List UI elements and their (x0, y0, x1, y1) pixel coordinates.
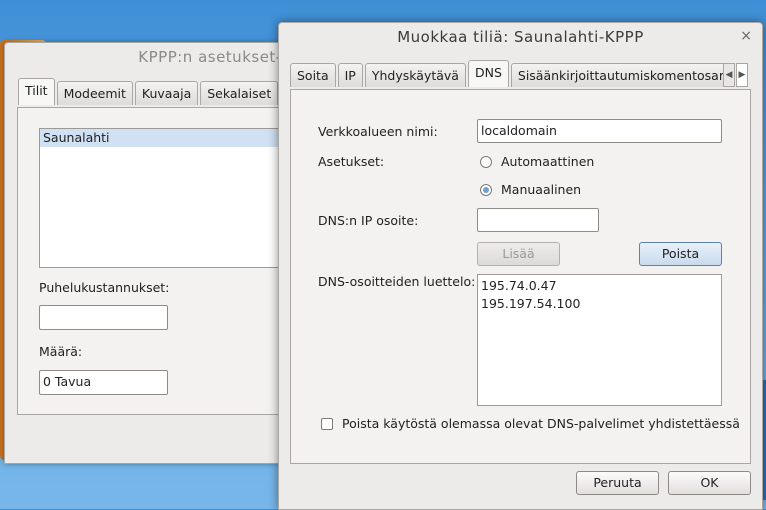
tab-dns[interactable]: DNS (467, 60, 509, 87)
phone-costs-field[interactable] (39, 305, 168, 330)
list-item[interactable]: 195.74.0.47 (478, 277, 721, 295)
accounts-list[interactable]: Saunalahti (39, 128, 299, 268)
settings-tabs: Tilit Modeemit Kuvaaja Sekalaiset (18, 78, 280, 105)
domain-field[interactable]: localdomain (477, 119, 722, 143)
radio-manual-label: Manuaalinen (501, 182, 582, 197)
domain-label: Verkkoalueen nimi: (318, 124, 438, 139)
kppp-settings-window: KPPP:n asetukset- Tilit Modeemit Kuvaaja… (4, 42, 299, 464)
tab-login-script[interactable]: Sisäänkirjoittautumiskomentosarja (510, 63, 729, 87)
dialog-tabs: Soita IP Yhdyskäytävä DNS Sisäänkirjoitt… (290, 60, 731, 87)
tab-accounts[interactable]: Tilit (18, 78, 55, 105)
radio-automatic-label: Automaattinen (501, 154, 595, 169)
dns-list-label: DNS-osoitteiden luettelo: (318, 274, 476, 289)
dns-list[interactable]: 195.74.0.47 195.197.54.100 (477, 274, 722, 406)
radio-automatic[interactable] (480, 156, 492, 168)
amount-field[interactable]: 0 Tavua (39, 370, 168, 395)
tab-ip[interactable]: IP (337, 63, 363, 87)
tab-misc[interactable]: Sekalaiset (200, 81, 279, 105)
accounts-panel: Saunalahti Puhelukustannukset: Määrä: 0 … (17, 107, 299, 415)
dns-panel: Verkkoalueen nimi: localdomain Asetukset… (290, 89, 751, 464)
window-title: KPPP:n asetukset- (138, 48, 282, 66)
cancel-button[interactable]: Peruuta (576, 471, 659, 495)
edit-account-dialog: Muokkaa tiliä: Saunalahti-KPPP × Soita I… (278, 22, 763, 510)
tab-modems[interactable]: Modeemit (56, 81, 133, 105)
remove-button[interactable]: Poista (639, 242, 722, 266)
tab-graph[interactable]: Kuvaaja (134, 81, 199, 105)
phone-costs-label: Puhelukustannukset: (39, 280, 170, 295)
list-item[interactable]: 195.197.54.100 (478, 295, 721, 313)
close-icon[interactable]: × (740, 28, 752, 44)
tab-gateway[interactable]: Yhdyskäytävä (364, 63, 466, 87)
settings-label: Asetukset: (318, 154, 385, 169)
ok-button[interactable]: OK (668, 471, 751, 495)
radio-manual[interactable] (480, 184, 492, 196)
add-button[interactable]: Lisää (477, 242, 560, 266)
tab-dial[interactable]: Soita (290, 63, 336, 87)
dns-ip-label: DNS:n IP osoite: (318, 213, 419, 228)
tab-scroll-right-icon[interactable]: ▶ (736, 63, 748, 87)
tab-scroll-left-icon[interactable]: ◀ (723, 63, 735, 87)
disable-dns-checkbox[interactable] (321, 418, 333, 430)
amount-label: Määrä: (39, 344, 83, 359)
disable-dns-label: Poista käytöstä olemassa olevat DNS-palv… (342, 416, 740, 431)
list-item[interactable]: Saunalahti (40, 129, 298, 147)
dialog-title: Muokkaa tiliä: Saunalahti-KPPP (397, 28, 644, 46)
dns-ip-field[interactable] (477, 208, 599, 232)
